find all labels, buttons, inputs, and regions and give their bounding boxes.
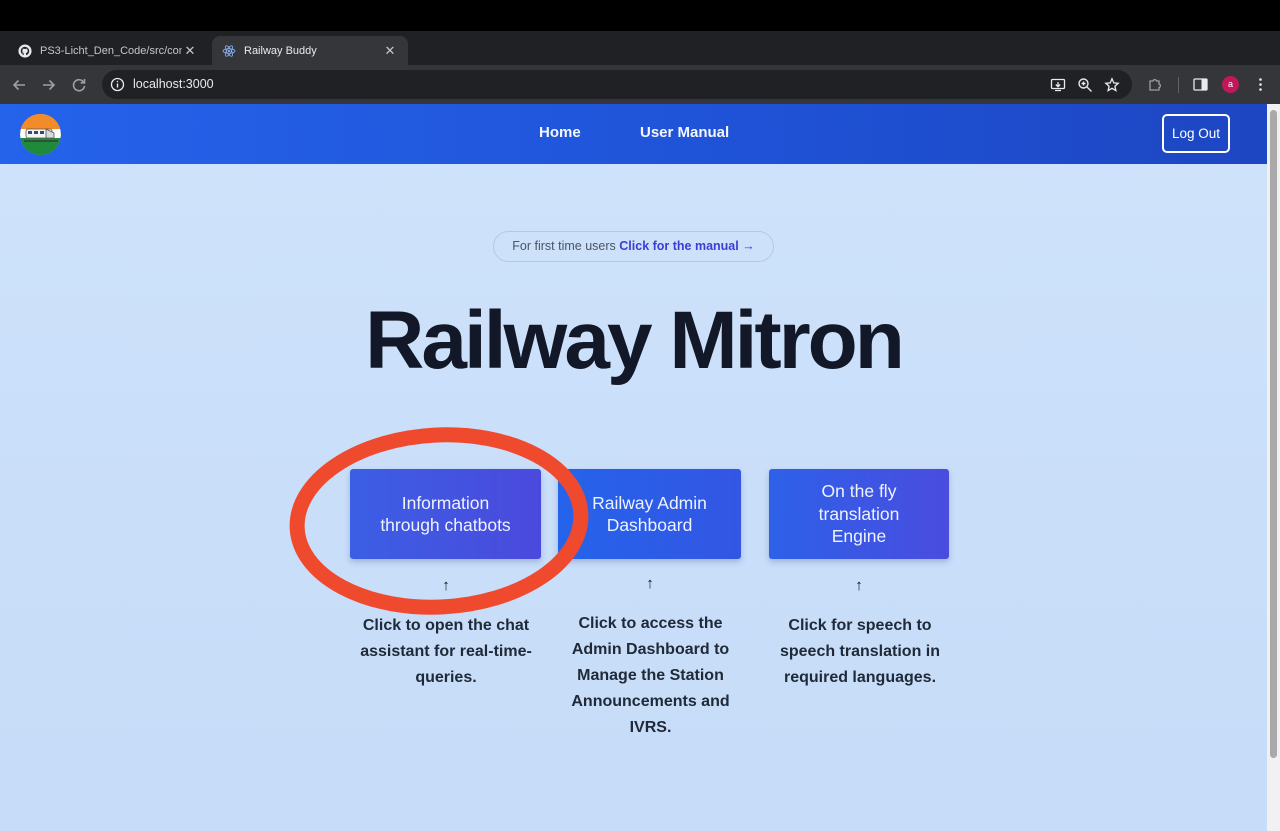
translation-engine-description: Click for speech to speech translation i… xyxy=(779,617,941,686)
logout-button[interactable]: Log Out xyxy=(1162,114,1230,153)
manual-link[interactable]: Click for the manual → xyxy=(619,239,754,253)
nav-link-user-manual[interactable]: User Manual xyxy=(640,124,729,141)
reload-icon[interactable] xyxy=(68,74,90,96)
tab-strip: PS3-Licht_Den_Code/src/con ✕ Railway Bud… xyxy=(0,31,1280,90)
site-navbar: Home User Manual Log Out xyxy=(0,104,1267,164)
hero-title: Railway Mitron xyxy=(365,295,905,386)
pill-prefix-text: For first time users xyxy=(512,239,616,253)
tab-title: PS3-Licht_Den_Code/src/con xyxy=(40,44,182,57)
more-menu-icon[interactable] xyxy=(1252,76,1269,93)
github-icon xyxy=(18,43,32,58)
up-arrow-icon: ↑ xyxy=(442,577,450,594)
url-text[interactable]: localhost:3000 xyxy=(133,77,214,91)
tab-title: Railway Buddy xyxy=(244,44,317,57)
nav-link-home[interactable]: Home xyxy=(539,124,581,141)
tab-github[interactable]: PS3-Licht_Den_Code/src/con ✕ xyxy=(8,36,208,65)
back-arrow-icon[interactable] xyxy=(8,74,30,96)
screen-top-bar xyxy=(0,0,1280,31)
site-info-icon[interactable] xyxy=(110,77,125,92)
railway-logo[interactable] xyxy=(20,114,61,155)
close-tab-icon[interactable]: ✕ xyxy=(182,43,198,59)
chatbot-description: Click to open the chat assistant for rea… xyxy=(360,617,532,686)
admin-dashboard-description: Click to access the Admin Dashboard to M… xyxy=(571,615,730,736)
forward-arrow-icon[interactable] xyxy=(38,74,60,96)
page-scrollbar-thumb[interactable] xyxy=(1270,110,1277,758)
up-arrow-icon: ↑ xyxy=(646,575,654,592)
zoom-icon[interactable] xyxy=(1077,77,1093,93)
react-icon xyxy=(222,44,236,57)
address-bar[interactable]: localhost:3000 xyxy=(102,70,1132,99)
admin-dashboard-button[interactable]: Railway Admin Dashboard xyxy=(558,469,741,559)
profile-avatar[interactable]: a xyxy=(1222,76,1239,93)
translation-engine-button[interactable]: On the fly translation Engine xyxy=(769,469,949,559)
tab-railway-buddy[interactable]: Railway Buddy ✕ xyxy=(212,36,408,65)
toolbar-separator xyxy=(1178,77,1179,93)
extensions-icon[interactable] xyxy=(1147,76,1164,93)
chatbot-info-button[interactable]: Information through chatbots xyxy=(350,469,541,559)
page-viewport: Home User Manual Log Out For first time … xyxy=(0,104,1267,831)
bookmark-star-icon[interactable] xyxy=(1104,77,1120,93)
first-time-users-pill[interactable]: For first time users Click for the manua… xyxy=(493,231,774,262)
train-logo-icon xyxy=(20,114,61,155)
close-tab-icon[interactable]: ✕ xyxy=(382,43,398,59)
up-arrow-icon: ↑ xyxy=(855,577,863,594)
side-panel-icon[interactable] xyxy=(1192,76,1209,93)
install-app-icon[interactable] xyxy=(1050,77,1066,93)
browser-toolbar: localhost:3000 a xyxy=(0,65,1280,104)
